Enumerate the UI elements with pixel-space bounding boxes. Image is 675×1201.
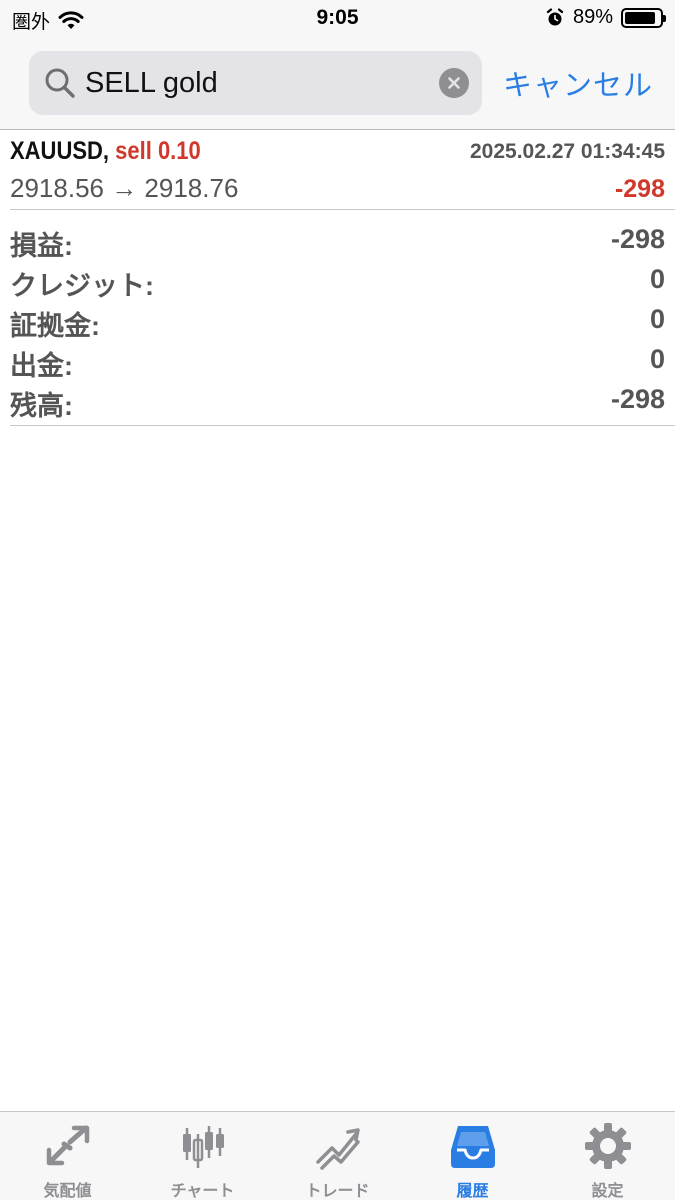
trade-icon — [315, 1128, 360, 1170]
settings-icon — [584, 1123, 631, 1169]
tab-history[interactable]: 履歴 — [405, 1112, 540, 1200]
summary-label: 証拠金: — [10, 311, 100, 341]
deal-symbol: XAUUSD, — [10, 137, 110, 165]
summary-value: -298 — [610, 384, 665, 414]
search-header: キャンセル — [0, 40, 675, 130]
summary-row-credit: クレジット: 0 — [0, 264, 675, 304]
summary-label: 損益: — [10, 231, 73, 261]
tab-quotes[interactable]: 気配値 — [0, 1112, 135, 1200]
summary-row-withdrawal: 出金: 0 — [0, 344, 675, 384]
divider — [10, 425, 675, 426]
deal-symbol-line: XAUUSD, sell 0.10 — [10, 137, 201, 166]
history-icon — [450, 1126, 495, 1168]
tab-label: 履歴 — [456, 1183, 489, 1200]
summary-value: 0 — [649, 264, 665, 294]
status-right: 89% — [545, 6, 666, 29]
summary-label: 出金: — [10, 351, 73, 381]
summary-row-profit: 損益: -298 — [0, 224, 675, 264]
search-input[interactable] — [85, 51, 425, 115]
clear-search-button[interactable] — [439, 68, 469, 98]
summary-label: 残高: — [10, 391, 73, 421]
cancel-button[interactable]: キャンセル — [503, 62, 653, 104]
summary-row-margin: 証拠金: 0 — [0, 304, 675, 344]
divider — [10, 209, 675, 210]
summary-label: クレジット: — [10, 271, 154, 301]
battery-icon — [621, 7, 666, 28]
search-box[interactable] — [29, 51, 482, 115]
deal-time: 2025.02.27 01:34:45 — [470, 140, 665, 163]
tab-bar: 気配値 チャート トレード 履歴 設定 — [0, 1111, 675, 1200]
tab-settings[interactable]: 設定 — [540, 1112, 675, 1200]
deal-profit: -298 — [614, 175, 665, 203]
status-bar: 圏外 9:05 89% — [0, 0, 675, 40]
alarm-icon — [546, 7, 564, 25]
tab-label: 設定 — [591, 1183, 624, 1200]
summary-row-balance: 残高: -298 — [0, 384, 675, 424]
tab-label: 気配値 — [43, 1183, 92, 1200]
summary-value: 0 — [649, 304, 665, 334]
tab-label: トレード — [305, 1183, 370, 1200]
summary-value: 0 — [649, 344, 665, 374]
tab-label: チャート — [170, 1183, 235, 1200]
deal-prices: 2918.56 → 2918.76 — [10, 173, 239, 203]
close-icon — [448, 77, 460, 89]
battery-percent: 89% — [572, 6, 613, 28]
deal-type: sell 0.10 — [115, 137, 201, 165]
summary-value: -298 — [610, 224, 665, 254]
search-icon — [45, 68, 75, 98]
tab-trade[interactable]: トレード — [270, 1112, 405, 1200]
battery-fill — [625, 11, 656, 24]
quotes-icon — [46, 1125, 89, 1166]
deal-row[interactable]: XAUUSD, sell 0.10 2025.02.27 01:34:45 29… — [0, 131, 675, 210]
tab-chart[interactable]: チャート — [135, 1112, 270, 1200]
chart-icon — [182, 1126, 224, 1168]
